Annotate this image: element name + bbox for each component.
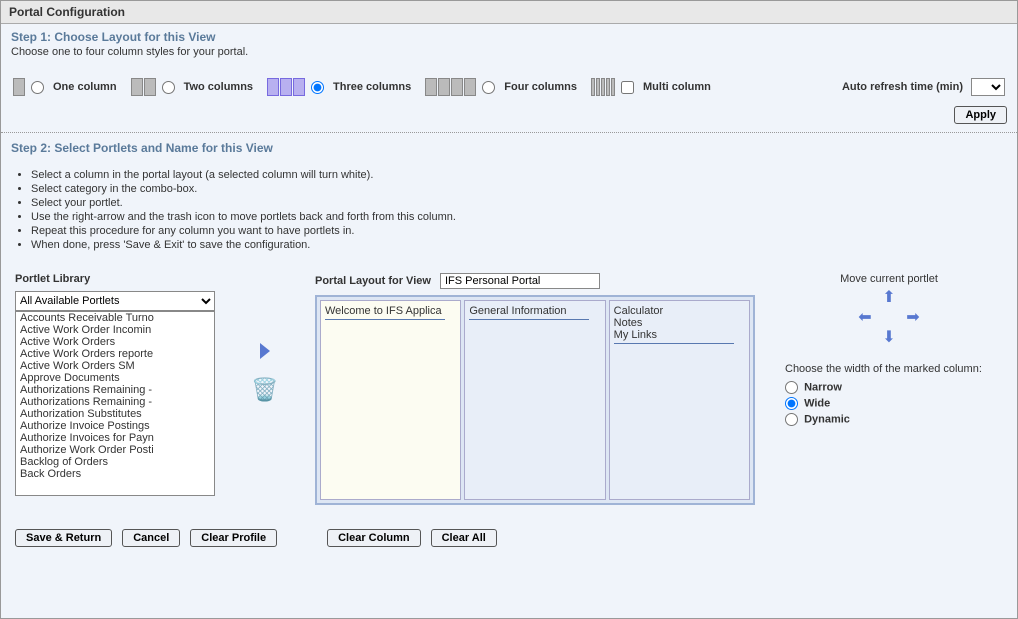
width-options: Narrow Wide Dynamic: [785, 381, 993, 426]
list-item[interactable]: Authorizations Remaining -: [16, 384, 214, 396]
three-column-icon: [267, 78, 305, 96]
column-divider: [469, 319, 589, 320]
category-select[interactable]: All Available Portlets: [15, 291, 215, 311]
preview-columns: Welcome to IFS Applica General Informati…: [315, 295, 755, 505]
list-item[interactable]: Back Orders: [16, 468, 214, 480]
list-item[interactable]: Accounts Receivable Turno: [16, 312, 214, 324]
instruction-item: Use the right-arrow and the trash icon t…: [31, 211, 987, 223]
arrow-down-icon[interactable]: ⬇: [877, 329, 901, 349]
one-column-icon: [13, 78, 25, 96]
clear-all-button[interactable]: Clear All: [431, 529, 497, 547]
save-return-button[interactable]: Save & Return: [15, 529, 112, 547]
preview-column-3[interactable]: Calculator Notes My Links: [609, 300, 750, 500]
width-heading: Choose the width of the marked column:: [785, 363, 993, 375]
column-divider: [325, 319, 445, 320]
move-portlet-panel: Move current portlet ⬆ ⬅ ➡ ⬇ Choose the …: [775, 273, 1003, 429]
width-option-narrow[interactable]: Narrow: [785, 381, 993, 394]
layout-preview-section: Portal Layout for View Welcome to IFS Ap…: [315, 273, 755, 505]
label-three-columns: Three columns: [333, 81, 411, 93]
label-two-columns: Two columns: [184, 81, 253, 93]
divider: [1, 132, 1017, 133]
portal-config-window: Portal Configuration Step 1: Choose Layo…: [0, 0, 1018, 619]
instruction-list: Select a column in the portal layout (a …: [1, 157, 1017, 263]
two-column-icon: [131, 78, 156, 96]
auto-refresh-label: Auto refresh time (min): [842, 81, 963, 93]
width-option-dynamic[interactable]: Dynamic: [785, 413, 993, 426]
label-multi-column: Multi column: [643, 81, 711, 93]
bottom-button-row: Save & Return Cancel Clear Profile Clear…: [1, 515, 1017, 561]
width-option-wide[interactable]: Wide: [785, 397, 993, 410]
portlet-library-heading: Portlet Library: [15, 273, 215, 285]
radio-dynamic[interactable]: [785, 413, 798, 426]
clear-profile-button[interactable]: Clear Profile: [190, 529, 277, 547]
list-item[interactable]: Active Work Order Incomin: [16, 324, 214, 336]
column-divider: [614, 343, 734, 344]
trash-icon[interactable]: 🗑️: [251, 377, 278, 403]
preview-portlet[interactable]: Welcome to IFS Applica: [325, 305, 456, 317]
layout-options-row: One column Two columns Three columns Fou…: [1, 64, 1017, 104]
cancel-button[interactable]: Cancel: [122, 529, 180, 547]
list-item[interactable]: Authorize Invoices for Payn: [16, 432, 214, 444]
radio-narrow[interactable]: [785, 381, 798, 394]
radio-three-columns[interactable]: [311, 81, 324, 94]
list-item[interactable]: Active Work Orders SM: [16, 360, 214, 372]
step1-title: Step 1: Choose Layout for this View: [1, 24, 1017, 46]
list-item[interactable]: Active Work Orders reporte: [16, 348, 214, 360]
instruction-item: Select a column in the portal layout (a …: [31, 169, 987, 181]
move-arrows: ⬆ ⬅ ➡ ⬇: [785, 289, 993, 349]
multi-column-icon: [591, 78, 615, 96]
layout-option-three: Three columns: [267, 78, 411, 96]
layout-option-two: Two columns: [131, 78, 253, 96]
instruction-item: Select category in the combo-box.: [31, 183, 987, 195]
arrow-left-icon[interactable]: ⬅: [853, 309, 877, 329]
checkbox-multi-column[interactable]: [621, 81, 634, 94]
list-item[interactable]: Authorization Substitutes: [16, 408, 214, 420]
radio-one-column[interactable]: [31, 81, 44, 94]
add-portlet-arrow-icon[interactable]: [260, 343, 270, 359]
list-item[interactable]: Authorizations Remaining -: [16, 396, 214, 408]
four-column-icon: [425, 78, 476, 96]
preview-portlet[interactable]: Notes: [614, 317, 745, 329]
list-item[interactable]: Authorize Work Order Posti: [16, 444, 214, 456]
list-item[interactable]: Approve Documents: [16, 372, 214, 384]
auto-refresh-select[interactable]: [971, 78, 1005, 96]
preview-column-2[interactable]: General Information: [464, 300, 605, 500]
view-name-input[interactable]: [440, 273, 600, 289]
layout-option-one: One column: [13, 78, 117, 96]
arrow-up-icon[interactable]: ⬆: [877, 289, 901, 309]
preview-column-1[interactable]: Welcome to IFS Applica: [320, 300, 461, 500]
instruction-item: Select your portlet.: [31, 197, 987, 209]
label-four-columns: Four columns: [504, 81, 577, 93]
radio-wide[interactable]: [785, 397, 798, 410]
instruction-item: When done, press 'Save & Exit' to save t…: [31, 239, 987, 251]
preview-portlet[interactable]: Calculator: [614, 305, 745, 317]
list-item[interactable]: Authorize Invoice Postings: [16, 420, 214, 432]
radio-four-columns[interactable]: [482, 81, 495, 94]
move-heading: Move current portlet: [785, 273, 993, 285]
arrow-right-icon[interactable]: ➡: [901, 309, 925, 329]
portlet-library: Portlet Library All Available Portlets A…: [15, 273, 215, 496]
window-title: Portal Configuration: [1, 1, 1017, 24]
portlet-listbox[interactable]: Accounts Receivable Turno Active Work Or…: [15, 311, 215, 496]
list-item[interactable]: Active Work Orders: [16, 336, 214, 348]
step2-title: Step 2: Select Portlets and Name for thi…: [1, 135, 1017, 157]
layout-option-multi: Multi column: [591, 78, 711, 96]
transfer-controls: 🗑️: [235, 273, 295, 403]
apply-button[interactable]: Apply: [954, 106, 1007, 124]
layout-option-four: Four columns: [425, 78, 577, 96]
label-one-column: One column: [53, 81, 117, 93]
preview-portlet[interactable]: My Links: [614, 329, 745, 341]
radio-two-columns[interactable]: [162, 81, 175, 94]
layout-preview-heading: Portal Layout for View: [315, 275, 431, 287]
instruction-item: Repeat this procedure for any column you…: [31, 225, 987, 237]
auto-refresh-block: Auto refresh time (min): [842, 78, 1005, 96]
clear-column-button[interactable]: Clear Column: [327, 529, 421, 547]
list-item[interactable]: Backlog of Orders: [16, 456, 214, 468]
step1-desc: Choose one to four column styles for you…: [1, 46, 1017, 64]
preview-portlet[interactable]: General Information: [469, 305, 600, 317]
